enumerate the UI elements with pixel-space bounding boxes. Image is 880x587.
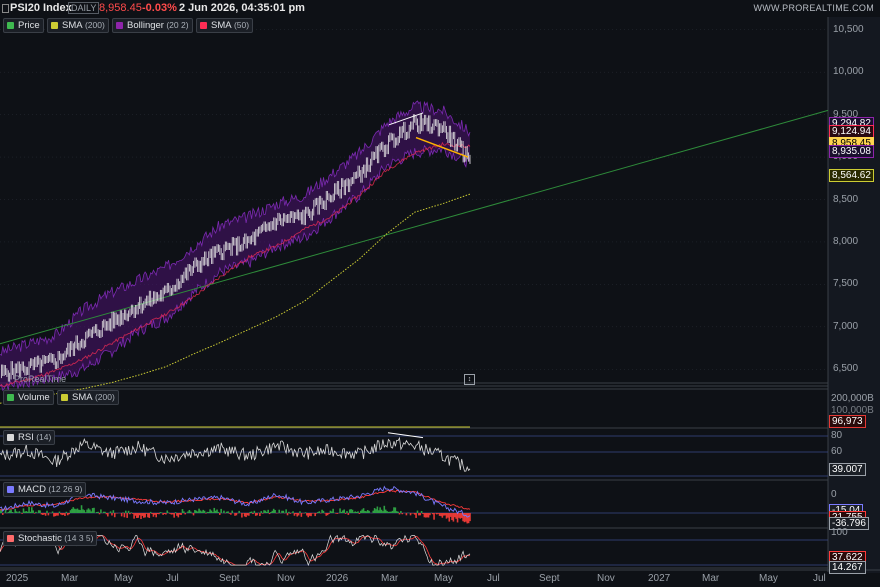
x-tick-label: 2025 [6, 573, 29, 584]
symbol-icon [2, 4, 9, 13]
x-tick-label: Jul [813, 573, 826, 584]
title-bar: PSI20 Index DAILY 8,958.45 -0.03% 2 Jun … [0, 0, 880, 16]
timeframe-badge[interactable]: DAILY [68, 2, 100, 14]
legend-params: (20 2) [163, 20, 189, 30]
price-legend-chip[interactable]: Price [3, 18, 44, 33]
source-url[interactable]: WWW.PROREALTIME.COM [753, 3, 874, 13]
x-tick-label: Jul [487, 573, 500, 584]
x-tick-label: May [114, 573, 133, 584]
line-icon [200, 22, 207, 29]
price-change: -0.03% [142, 2, 177, 14]
y-tick-label: 100 [831, 527, 848, 538]
legend-params: (12 26 9) [45, 484, 83, 494]
x-tick-label: Jul [166, 573, 179, 584]
x-tick-label: May [759, 573, 778, 584]
band-icon [116, 22, 123, 29]
y-tick-label: 200,000B [831, 393, 874, 404]
stoch-legend-chip[interactable]: Stochastic (14 3 5) [3, 531, 98, 546]
volume-legend-chip[interactable]: SMA (200) [57, 390, 119, 405]
x-tick-label: 2026 [326, 573, 349, 584]
volume-legend-chip[interactable]: Volume [3, 390, 54, 405]
rsi-legend-chip[interactable]: RSI (14) [3, 430, 56, 445]
y-tick-label: 10,000 [833, 66, 864, 78]
y-tick-label: 7,500 [833, 278, 859, 290]
stoch-value-tag: 14.267 [829, 561, 866, 574]
legend-params: (14 3 5) [61, 533, 94, 543]
y-tick-label: 60 [831, 446, 843, 457]
line-icon [7, 535, 14, 542]
legend-name: SMA [72, 392, 93, 403]
y-tick-label: 8,500 [833, 193, 859, 205]
x-tick-label: Mar [702, 573, 720, 584]
legend-name: RSI [18, 432, 34, 443]
line-icon [51, 22, 58, 29]
legend-name: SMA [62, 20, 83, 31]
prorealtime-logo: ProRealTime [14, 374, 67, 384]
y-tick-label: 8,000 [833, 235, 859, 247]
price-value-tag: 8,935.08 [829, 145, 874, 158]
line-icon [7, 486, 14, 493]
x-tick-label: 2027 [648, 573, 671, 584]
legend-params: (200) [92, 392, 115, 402]
chart-canvas[interactable] [0, 0, 880, 587]
price-legend-chip[interactable]: SMA (200) [47, 18, 109, 33]
panel-toggle-button[interactable]: ↕ [464, 374, 475, 385]
y-tick-label: 0 [831, 489, 837, 500]
bars-icon [7, 394, 14, 401]
x-tick-label: Sept [219, 573, 240, 584]
index-name[interactable]: PSI20 Index [10, 2, 72, 14]
legend-name: SMA [211, 20, 232, 31]
legend-name: MACD [18, 484, 46, 495]
legend-params: (14) [33, 432, 52, 442]
price-legend-chip[interactable]: SMA (50) [196, 18, 254, 33]
datetime: 2 Jun 2026, 04:35:01 pm [179, 2, 305, 14]
y-tick-label: 7,000 [833, 320, 859, 332]
y-tick-label: 80 [831, 430, 843, 441]
legend-name: Price [18, 20, 40, 31]
x-tick-label: Nov [277, 573, 295, 584]
x-tick-label: Sept [539, 573, 560, 584]
candles-icon [7, 22, 14, 29]
legend-params: (200) [82, 20, 105, 30]
legend-name: Bollinger [127, 20, 164, 31]
price-value-tag: 8,564.62 [829, 169, 874, 182]
x-tick-label: May [434, 573, 453, 584]
legend-name: Stochastic [18, 533, 62, 544]
volume-value-tag: 96,973 [829, 415, 866, 428]
y-tick-label: 10,500 [833, 23, 864, 35]
y-tick-label: 6,500 [833, 363, 859, 375]
rsi-value-tag: 39.007 [829, 462, 866, 476]
last-price: 8,958.45 [99, 2, 142, 14]
line-icon [61, 394, 68, 401]
price-legend-chip[interactable]: Bollinger (20 2) [112, 18, 193, 33]
legend-name: Volume [18, 392, 50, 403]
x-tick-label: Mar [381, 573, 399, 584]
x-tick-label: Mar [61, 573, 79, 584]
line-icon [7, 434, 14, 441]
legend-params: (50) [231, 20, 250, 30]
x-tick-label: Nov [597, 573, 615, 584]
macd-legend-chip[interactable]: MACD (12 26 9) [3, 482, 87, 497]
